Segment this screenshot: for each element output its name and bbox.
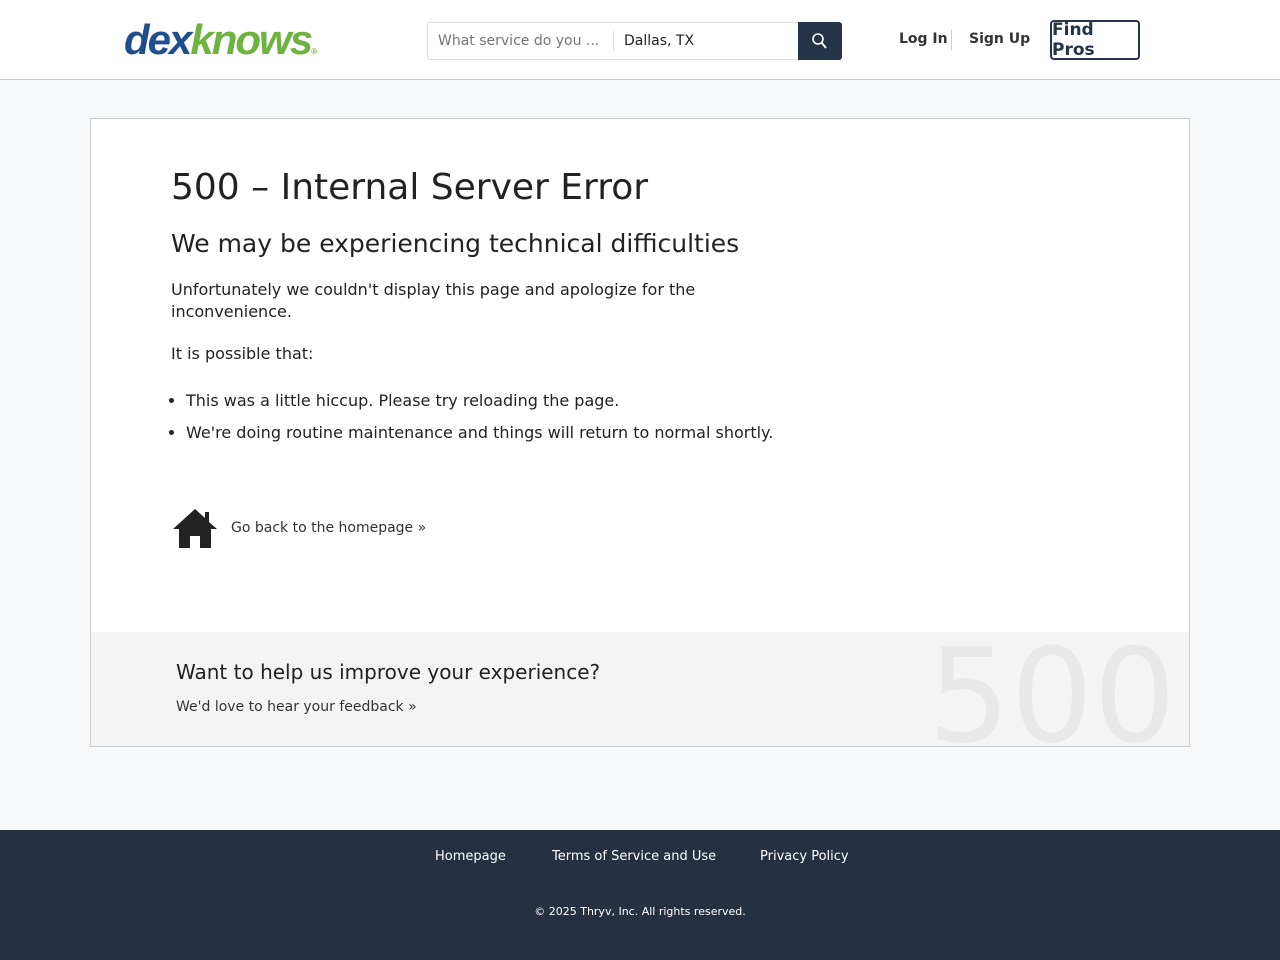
footer: Homepage Terms of Service and Use Privac…	[0, 830, 1280, 960]
copyright: © 2025 Thryv, Inc. All rights reserved.	[534, 905, 746, 918]
header: dexknows® Log In Sign Up Find Pros	[0, 0, 1280, 80]
logo-reg: ®	[311, 47, 317, 56]
logo-text-dex: dex	[124, 16, 192, 63]
search-button[interactable]	[798, 22, 842, 60]
watermark-500: 500	[927, 620, 1176, 747]
footer-link-terms[interactable]: Terms of Service and Use	[552, 849, 716, 864]
list-item: We're doing routine maintenance and thin…	[186, 417, 773, 449]
search-icon	[812, 33, 827, 49]
homepage-link[interactable]: Go back to the homepage »	[171, 507, 426, 549]
home-icon	[173, 509, 217, 548]
feedback-section: 500 Want to help us improve your experie…	[91, 620, 1189, 746]
footer-link-privacy[interactable]: Privacy Policy	[760, 849, 849, 864]
service-search-input[interactable]	[428, 31, 614, 51]
location-input[interactable]	[614, 23, 799, 59]
possible-text: It is possible that:	[171, 344, 314, 363]
signup-link[interactable]: Sign Up	[969, 31, 1030, 47]
feedback-link[interactable]: We'd love to hear your feedback »	[176, 699, 417, 715]
divider	[951, 30, 952, 50]
feedback-title: Want to help us improve your experience?	[176, 660, 601, 684]
list-item: This was a little hiccup. Please try rel…	[186, 385, 773, 417]
error-card: 500 – Internal Server Error We may be ex…	[90, 118, 1190, 747]
reasons-list: This was a little hiccup. Please try rel…	[186, 385, 773, 449]
login-link[interactable]: Log In	[899, 31, 948, 47]
logo-text-knows: knows	[190, 16, 313, 63]
dexknows-logo[interactable]: dexknows®	[124, 16, 317, 64]
homepage-link-text[interactable]: Go back to the homepage »	[231, 520, 426, 536]
intro-text: Unfortunately we couldn't display this p…	[171, 280, 696, 321]
footer-link-homepage[interactable]: Homepage	[435, 849, 506, 864]
page-subtitle: We may be experiencing technical difficu…	[171, 229, 740, 258]
find-pros-button[interactable]: Find Pros	[1050, 20, 1140, 60]
search-bar	[427, 22, 842, 60]
page-title: 500 – Internal Server Error	[171, 167, 649, 208]
